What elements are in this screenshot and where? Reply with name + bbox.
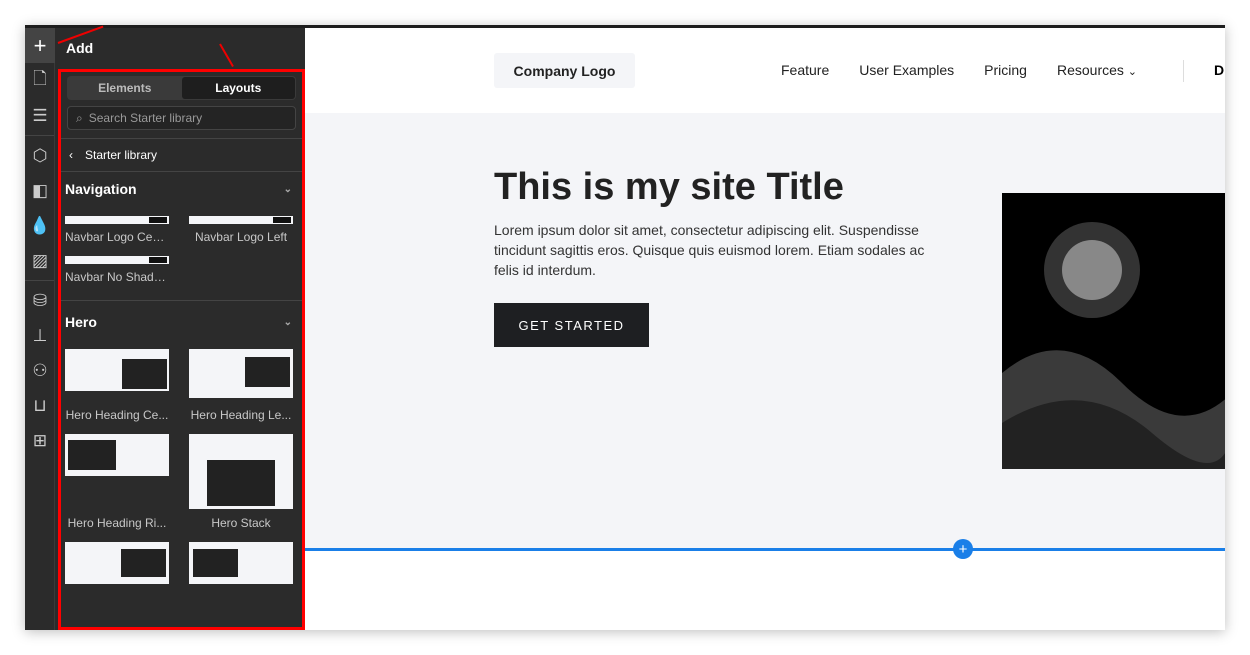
layout-label: Navbar Logo Left <box>194 230 288 244</box>
thumbnail <box>189 542 293 584</box>
section-navigation[interactable]: Navigation ⌄ <box>61 172 302 206</box>
hero-body: Lorem ipsum dolor sit amet, consectetur … <box>494 222 925 278</box>
layout-label: Hero Stack <box>211 516 271 530</box>
navigator-icon[interactable]: ☰ <box>25 98 55 133</box>
layout-card[interactable] <box>65 542 169 590</box>
breadcrumb-label: Starter library <box>85 148 158 162</box>
chevron-down-icon[interactable]: ⌄ <box>284 184 292 195</box>
thumbnail <box>65 256 169 264</box>
get-started-button[interactable]: GET STARTED <box>494 303 649 347</box>
layout-label: Hero Heading Ri... <box>67 516 167 530</box>
layout-card[interactable]: Hero Heading Ce... <box>65 349 169 434</box>
thumbnail <box>65 542 169 584</box>
divider <box>61 300 302 301</box>
thumbnail <box>65 349 169 391</box>
database-icon[interactable]: ⛁ <box>25 283 55 318</box>
divider <box>1183 60 1184 82</box>
thumbnail <box>189 434 293 509</box>
layout-card[interactable] <box>189 542 293 590</box>
box-icon[interactable]: ⬡ <box>25 138 55 173</box>
icon-rail: + 🗋 ☰ ⬡ ◧ 💧 ▨ ⛁ ⊥ ⚇ ⊔ ⊞ <box>25 28 55 630</box>
layout-card[interactable]: Hero Stack <box>189 434 293 542</box>
add-panel: Add Elements Layouts ⌕ Search Starter lib… <box>55 28 305 630</box>
add-section-plus-icon[interactable]: + <box>953 539 973 559</box>
section-title: Hero <box>65 314 97 330</box>
layout-card[interactable]: Navbar Logo Cen... <box>65 206 169 256</box>
chevron-down-icon[interactable]: ⌄ <box>284 317 292 328</box>
search-placeholder: Search Starter library <box>88 111 203 125</box>
logic-icon[interactable]: ⊥ <box>25 318 55 353</box>
page-icon[interactable]: 🗋 <box>25 63 55 98</box>
panel-title: Add <box>66 40 94 56</box>
tab-elements[interactable]: Elements <box>68 77 182 99</box>
nav-resources-label: Resources <box>1056 62 1124 78</box>
thumbnail <box>189 349 293 398</box>
tab-layouts[interactable]: Layouts <box>181 77 295 99</box>
highlight-box: Elements Layouts ⌕ Search Starter library… <box>58 69 305 630</box>
layout-label: Hero Heading Ce... <box>65 408 169 422</box>
thumbnail <box>189 216 293 224</box>
thumbnail <box>65 434 169 476</box>
image-icon[interactable]: ▨ <box>25 243 55 278</box>
nav-resources[interactable]: Resources ⌄ <box>1057 62 1137 78</box>
page-canvas[interactable]: Company Logo Feature User Examples Prici… <box>305 28 1225 630</box>
hero-image <box>1002 193 1225 469</box>
nav-user-examples[interactable]: User Examples <box>859 62 954 78</box>
chevron-down-icon: ⌄ <box>1127 66 1137 78</box>
hero-section[interactable]: This is my site Title Lorem ipsum dolor … <box>305 113 1225 548</box>
basket-icon[interactable]: ⊔ <box>25 388 55 423</box>
color-drops-icon[interactable]: 💧 <box>25 208 55 243</box>
site-title: This is my site Title <box>494 166 844 208</box>
layout-card[interactable]: Navbar No Shadow <box>65 256 169 296</box>
site-navbar: Company Logo Feature User Examples Prici… <box>305 28 1225 113</box>
user-icon[interactable]: ⚇ <box>25 353 55 388</box>
section-title: Navigation <box>65 181 137 197</box>
breadcrumb[interactable]: ‹ Starter library <box>61 138 302 172</box>
section-hero[interactable]: Hero ⌄ <box>61 305 302 339</box>
layout-label: Navbar Logo Cen... <box>65 230 169 244</box>
thumbnail <box>65 216 169 224</box>
divider <box>25 135 54 136</box>
layout-card[interactable]: Hero Heading Le... <box>189 349 293 434</box>
layout-label: Navbar No Shadow <box>65 270 169 284</box>
search-input[interactable]: ⌕ Search Starter library <box>67 106 296 130</box>
layout-card[interactable]: Hero Heading Ri... <box>65 434 169 542</box>
nav-feature[interactable]: Feature <box>781 62 829 78</box>
nav-cut-text[interactable]: D <box>1214 62 1224 78</box>
layout-label: Hero Heading Le... <box>190 408 292 422</box>
nav-pricing[interactable]: Pricing <box>984 62 1027 78</box>
landscape-illustration <box>1002 222 1225 469</box>
editor-window: + 🗋 ☰ ⬡ ◧ 💧 ▨ ⛁ ⊥ ⚇ ⊔ ⊞ Add Elements Lay… <box>25 25 1225 630</box>
divider <box>25 280 54 281</box>
company-logo[interactable]: Company Logo <box>494 53 635 88</box>
section-insert-line <box>305 548 1225 551</box>
search-icon: ⌕ <box>76 110 83 125</box>
back-icon[interactable]: ‹ <box>69 148 73 162</box>
style-icon[interactable]: ◧ <box>25 173 55 208</box>
layout-card[interactable]: Navbar Logo Left <box>189 206 293 256</box>
plus-icon[interactable]: + <box>25 28 55 63</box>
apps-icon[interactable]: ⊞ <box>25 423 55 458</box>
tab-bar: Elements Layouts <box>67 76 296 100</box>
